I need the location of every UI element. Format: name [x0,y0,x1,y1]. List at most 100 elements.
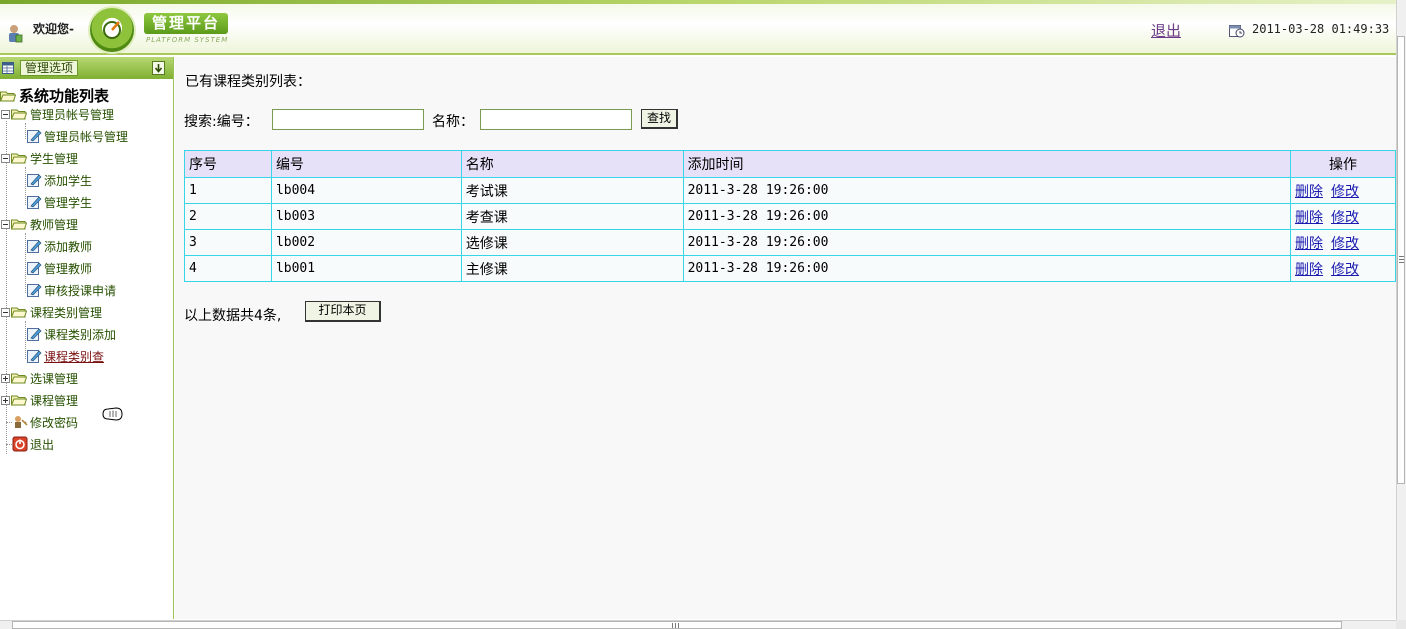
sidebar-header: 管理选项 [0,57,173,79]
column-header-code: 编号 [270,150,462,178]
tree-item-admin-account-manage[interactable]: 管理员帐号管理 [26,127,128,145]
tree-item-add-student[interactable]: 添加学生 [26,171,92,189]
tree-item-label: 修改密码 [30,415,79,430]
cell-name: 考试课 [460,177,684,204]
cell-code: lb004 [270,177,462,204]
table-row: 1 lb004 考试课 2011-3-28 19:26:00 删除 修改 [184,177,1396,204]
tree-item-manage-students[interactable]: 管理学生 [26,193,92,211]
folder-icon [11,372,27,384]
cell-actions: 删除 修改 [1290,255,1396,282]
delete-link[interactable]: 删除 [1295,262,1323,278]
cell-code: lb002 [270,229,462,256]
tree-group-label: 课程类别管理 [30,305,103,320]
edit-page-icon [26,282,42,298]
search-code-label: 搜索:编号： [184,114,259,130]
tree-item-label: 管理学生 [44,195,93,210]
tree-item-logout[interactable]: 退出 [12,435,54,453]
edit-link[interactable]: 修改 [1331,236,1359,252]
edit-page-icon [26,128,42,144]
tree-item-label: 管理教师 [44,261,93,276]
collapse-toggle-icon[interactable] [1,109,10,119]
tree-group-course-categories[interactable]: 课程类别管理 [1,303,102,321]
tree-item-add-course-category[interactable]: 课程类别添加 [26,325,116,343]
logo-emblem-icon [90,8,134,52]
search-name-label: 名称： [432,114,474,130]
tree-group-admin-accounts[interactable]: 管理员帐号管理 [1,105,114,123]
column-header-index: 序号 [184,150,272,178]
current-datetime: 2011-03-28 01:49:33 E [1252,22,1404,36]
tree-root: 系统功能列表 [0,85,109,106]
top-header: 欢迎您- 管理平台 PLATFORM SYSTEM 退出 2011-03-28 … [0,0,1404,55]
tree-item-change-password[interactable]: 修改密码 [12,413,78,431]
key-person-icon [12,414,28,430]
collapse-arrow-icon[interactable] [152,61,165,75]
cell-name: 考查课 [460,203,684,230]
tree-group-course-selection[interactable]: 选课管理 [1,369,78,387]
collapse-toggle-icon[interactable] [1,153,10,163]
tree-item-review-teaching-requests[interactable]: 审核授课申请 [26,281,116,299]
cell-code: lb001 [270,255,462,282]
collapse-toggle-icon[interactable] [1,307,10,317]
column-header-added-time: 添加时间 [682,150,1292,178]
tree-group-courses[interactable]: 课程管理 [1,391,78,409]
calendar-clock-icon [1229,25,1245,38]
edit-page-icon [26,172,42,188]
cell-name: 选修课 [460,229,684,256]
edit-page-icon [26,238,42,254]
cell-index: 4 [184,255,272,282]
power-icon [12,436,28,452]
folder-open-icon [11,218,27,230]
search-name-input[interactable] [480,109,632,130]
table-row: 4 lb001 主修课 2011-3-28 19:26:00 删除 修改 [184,255,1396,282]
edit-page-icon [26,326,42,342]
cell-added-time: 2011-3-28 19:26:00 [682,255,1292,282]
column-header-actions: 操作 [1290,150,1396,178]
header-logout-link[interactable]: 退出 [1151,20,1181,41]
tree-item-label: 退出 [30,437,55,452]
menu-options-button[interactable]: 管理选项 [20,60,79,76]
cell-index: 3 [184,229,272,256]
tree-item-label: 课程类别查 [44,349,105,364]
edit-page-icon [26,348,42,364]
tree-group-label: 学生管理 [30,151,79,166]
hand-pointer-icon [102,407,123,421]
tree-item-label: 添加教师 [44,239,93,254]
cell-added-time: 2011-3-28 19:26:00 [682,177,1292,204]
delete-link[interactable]: 删除 [1295,236,1323,252]
delete-link[interactable]: 删除 [1295,184,1323,200]
print-page-button[interactable]: 打印本页 [305,301,381,322]
cell-index: 1 [184,177,272,204]
cell-actions: 删除 修改 [1290,203,1396,230]
tree-group-students[interactable]: 学生管理 [1,149,78,167]
search-code-input[interactable] [272,109,424,130]
cell-actions: 删除 修改 [1290,229,1396,256]
collapse-toggle-icon[interactable] [1,219,10,229]
page-title: 已有课程类别列表： [185,74,311,90]
tree-group-label: 教师管理 [30,217,79,232]
edit-page-icon [26,194,42,210]
cell-code: lb003 [270,203,462,230]
logo-subtitle: PLATFORM SYSTEM [146,36,229,44]
edit-link[interactable]: 修改 [1331,210,1359,226]
expand-toggle-icon[interactable] [1,395,10,405]
scroll-grip-icon [1399,256,1404,263]
tree-item-manage-teachers[interactable]: 管理教师 [26,259,92,277]
edit-link[interactable]: 修改 [1331,184,1359,200]
header-accent-band [0,0,1396,4]
course-category-table: 序号 编号 名称 添加时间 操作 1 lb004 考试课 2011-3-28 1… [184,150,1396,282]
tree-item-add-teacher[interactable]: 添加教师 [26,237,92,255]
delete-link[interactable]: 删除 [1295,210,1323,226]
sidebar: 管理选项 系统功能列表 管理员帐号管理 管理员帐号管理 学生管理 添加学生 管理… [0,57,174,619]
tree-item-course-category-query[interactable]: 课程类别查 [26,347,105,365]
table-header-row: 序号 编号 名称 添加时间 操作 [184,150,1396,178]
expand-toggle-icon[interactable] [1,373,10,383]
table-row: 2 lb003 考查课 2011-3-28 19:26:00 删除 修改 [184,203,1396,230]
folder-icon [11,394,27,406]
tree-group-label: 管理员帐号管理 [30,107,115,122]
cell-name: 主修课 [460,255,684,282]
menu-grid-icon [2,62,14,74]
find-button[interactable]: 查找 [641,109,678,129]
edit-link[interactable]: 修改 [1331,262,1359,278]
tree-group-teachers[interactable]: 教师管理 [1,215,78,233]
cell-added-time: 2011-3-28 19:26:00 [682,229,1292,256]
